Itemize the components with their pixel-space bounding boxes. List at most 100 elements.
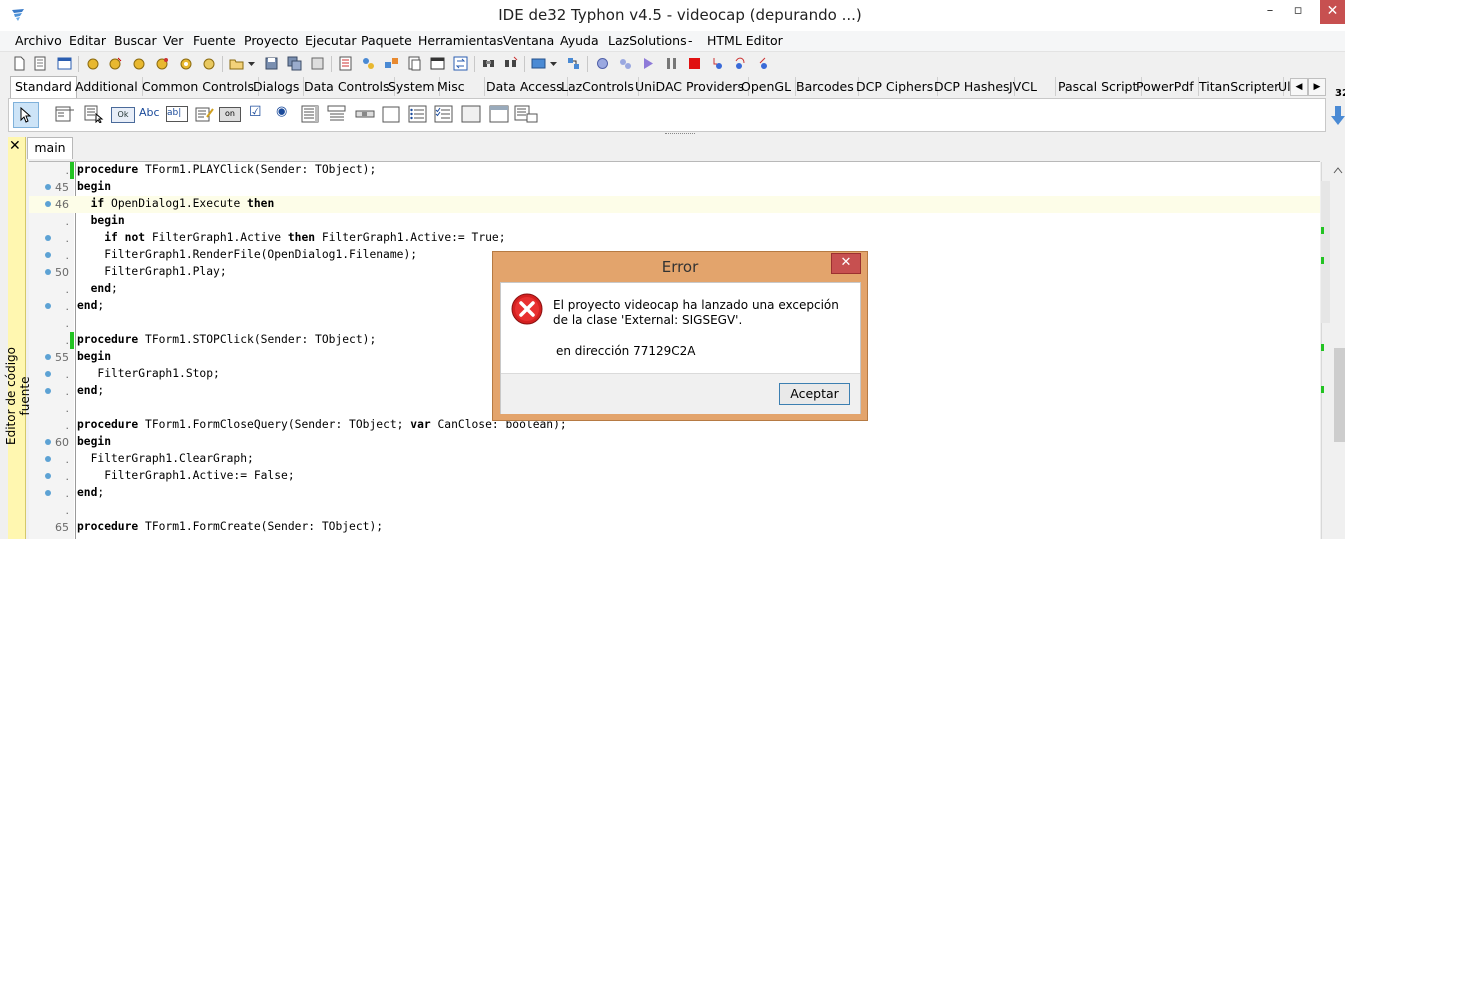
tpopupmenu-icon[interactable]: [84, 105, 104, 123]
scrollbar-thumb[interactable]: [1334, 348, 1345, 442]
close-window-button[interactable]: ✕: [1320, 0, 1345, 24]
tab-data-access[interactable]: Data Access: [482, 77, 568, 96]
code-line[interactable]: . FilterGraph1.ClearGraph;: [29, 451, 1320, 468]
dialog-close-button[interactable]: ✕: [831, 253, 861, 274]
breakpoint-dot-icon[interactable]: [45, 354, 51, 360]
code-line[interactable]: 65 procedure TForm1.FormCreate(Sender: TO…: [29, 519, 1320, 536]
tedit-icon[interactable]: ab|: [166, 106, 188, 122]
new-form-file-icon[interactable]: [430, 56, 445, 71]
tradiobutton-icon[interactable]: ◉: [276, 104, 296, 122]
code-line[interactable]: . begin: [29, 213, 1320, 230]
find-icon[interactable]: [481, 56, 496, 71]
menu-editar[interactable]: Editar: [69, 33, 106, 48]
breakpoint-dot-icon[interactable]: [45, 456, 51, 462]
tcombobox-icon[interactable]: [327, 105, 347, 123]
new-form-icon[interactable]: [33, 56, 48, 71]
view-forms-icon[interactable]: [361, 56, 376, 71]
tab-unidac-providers[interactable]: UniDAC Providers: [631, 77, 749, 96]
scroll-up-icon[interactable]: [1333, 166, 1343, 174]
code-line[interactable]: 46 if OpenDialog1.Execute then: [29, 196, 1320, 213]
breakpoint-dot-icon[interactable]: [45, 269, 51, 275]
swap-icon[interactable]: [453, 56, 468, 71]
save-all-icon[interactable]: [287, 56, 302, 71]
tab-barcodes[interactable]: Barcodes: [792, 77, 859, 96]
code-line[interactable]: . if not FilterGraph1.Active then Filter…: [29, 230, 1320, 247]
menu-ventana[interactable]: Ventana: [503, 33, 554, 48]
tab-powerpdf[interactable]: PowerPdf: [1132, 77, 1199, 96]
tab-jvcl[interactable]: JVCL: [1005, 77, 1056, 96]
tab-common-controls[interactable]: Common Controls: [138, 77, 259, 96]
tscrollbar-icon[interactable]: [355, 105, 375, 123]
code-line[interactable]: .: [29, 502, 1320, 519]
step-over-icon[interactable]: [733, 56, 748, 71]
step-into-icon[interactable]: [710, 56, 725, 71]
pause-icon[interactable]: [664, 56, 679, 71]
run-icon[interactable]: [641, 56, 656, 71]
stop-icon[interactable]: [687, 56, 702, 71]
save-project-icon[interactable]: [132, 56, 147, 71]
tlistbox-icon[interactable]: [301, 105, 321, 123]
code-line[interactable]: . FilterGraph1.Active:= False;: [29, 468, 1320, 485]
project-inspector-icon[interactable]: [202, 56, 217, 71]
menu-ayuda[interactable]: Ayuda: [560, 33, 599, 48]
palette-scroll-right-button[interactable]: ▶: [1308, 78, 1326, 96]
tmainmenu-icon[interactable]: [55, 105, 75, 123]
code-line[interactable]: 60 begin: [29, 434, 1320, 451]
toggle-form-unit-icon[interactable]: [384, 56, 399, 71]
chevron-down-icon[interactable]: [247, 56, 256, 71]
new-unit-icon[interactable]: [12, 56, 27, 71]
tab-dcp-hashes[interactable]: DCP Hashes: [930, 77, 1015, 96]
code-line[interactable]: . procedure TForm1.PLAYClick(Sender: TObj…: [29, 162, 1320, 179]
minimize-button[interactable]: –: [1256, 0, 1284, 24]
open-package-icon[interactable]: [86, 56, 101, 71]
run-settings-icon[interactable]: [595, 56, 610, 71]
breakpoint-dot-icon[interactable]: [45, 388, 51, 394]
breakpoint-dot-icon[interactable]: [45, 371, 51, 377]
code-line[interactable]: . end;: [29, 485, 1320, 502]
breakpoint-dot-icon[interactable]: [45, 201, 51, 207]
project-options-icon[interactable]: [155, 56, 170, 71]
close-editor-icon[interactable]: ✕: [9, 138, 21, 154]
accept-button[interactable]: Aceptar: [779, 383, 850, 405]
tab-dialogs[interactable]: Dialogs: [249, 77, 305, 96]
tab-main[interactable]: main: [27, 137, 73, 159]
open-project-icon[interactable]: [108, 56, 123, 71]
tab-titanscripter[interactable]: TitanScripter: [1195, 77, 1285, 96]
tmemo-icon[interactable]: [195, 105, 215, 123]
project-search-icon[interactable]: [179, 56, 194, 71]
build-modes-icon[interactable]: [531, 56, 546, 71]
close-file-icon[interactable]: [310, 56, 325, 71]
menu-proyecto[interactable]: Proyecto: [244, 33, 298, 48]
menu-html-editor[interactable]: HTML Editor: [707, 33, 783, 48]
tab-dcp-ciphers[interactable]: DCP Ciphers: [852, 77, 939, 96]
ttogglebox-icon[interactable]: on: [219, 107, 241, 122]
code-line[interactable]: 45 begin: [29, 179, 1320, 196]
open-file-icon[interactable]: [229, 56, 244, 71]
tradiogroup-icon[interactable]: [408, 105, 428, 123]
breakpoint-dot-icon[interactable]: [45, 252, 51, 258]
tab-opengl[interactable]: OpenGL: [737, 77, 797, 96]
tab-system[interactable]: System: [384, 77, 440, 96]
title-bar[interactable]: IDE de32 Typhon v4.5 - videocap (depuran…: [0, 0, 1345, 31]
step-out-icon[interactable]: [756, 56, 771, 71]
tactionlist-icon[interactable]: [514, 105, 538, 123]
breakpoint-dot-icon[interactable]: [45, 439, 51, 445]
view-units-icon[interactable]: [338, 56, 353, 71]
chevron-down-icon[interactable]: [549, 56, 558, 71]
run-parameters-icon[interactable]: [618, 56, 633, 71]
palette-scroll-left-button[interactable]: ◀: [1290, 78, 1308, 96]
tab-misc[interactable]: Misc: [433, 77, 485, 96]
menu-paquete[interactable]: Paquete: [361, 33, 412, 48]
tab-additional[interactable]: Additional: [71, 77, 143, 96]
tpanel-icon[interactable]: [461, 105, 481, 123]
menu-herramientas[interactable]: Herramientas: [418, 33, 503, 48]
menu-lazsolutions[interactable]: LazSolutions: [608, 33, 687, 48]
tframe-icon[interactable]: [489, 105, 509, 123]
tlabel-icon[interactable]: Abc: [139, 106, 160, 124]
menu-archivo[interactable]: Archivo: [15, 33, 62, 48]
menu-fuente[interactable]: Fuente: [193, 33, 236, 48]
tab-standard[interactable]: Standard: [10, 76, 77, 98]
new-window-icon[interactable]: [57, 56, 72, 71]
menu-ejecutar[interactable]: Ejecutar: [305, 33, 357, 48]
maximize-button[interactable]: ▫: [1284, 0, 1312, 24]
